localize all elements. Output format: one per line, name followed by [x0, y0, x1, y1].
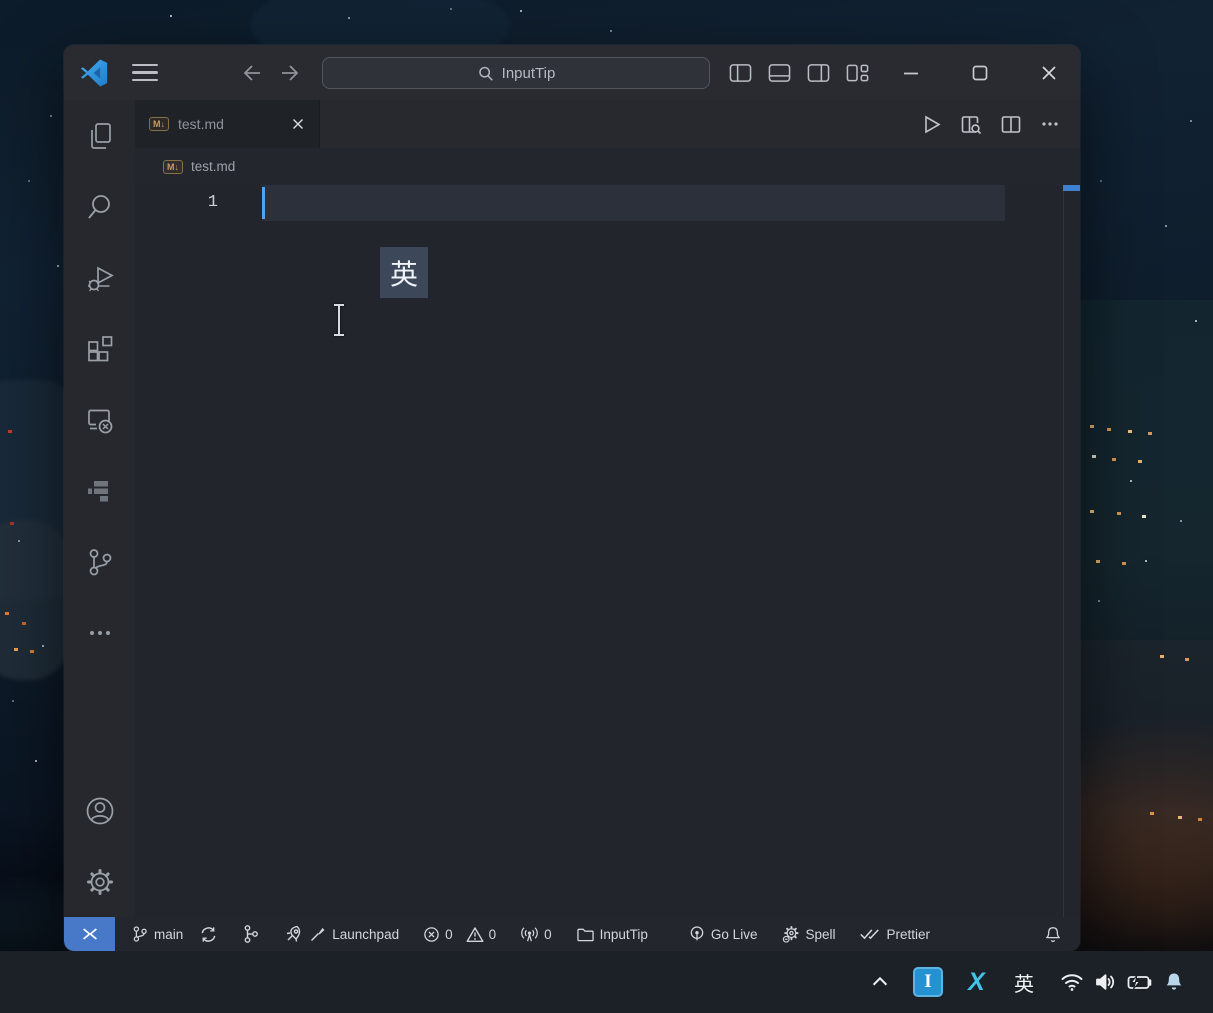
toggle-secondary-sidebar-icon[interactable]	[803, 45, 833, 100]
warnings-icon	[466, 926, 484, 943]
activity-bar	[64, 100, 135, 917]
go-live-button[interactable]: Go Live	[688, 925, 758, 944]
run-debug-icon[interactable]	[64, 242, 135, 313]
tray-inputtip-app-icon[interactable]: I	[911, 965, 945, 999]
mouse-ibeam-cursor	[331, 303, 347, 337]
search-sidebar-icon[interactable]	[64, 171, 135, 242]
branch-icon	[131, 924, 149, 944]
tray-x-app-icon[interactable]: X	[959, 965, 993, 999]
tray-battery-icon[interactable]	[1123, 965, 1157, 999]
customize-layout-icon[interactable]	[842, 45, 872, 100]
explorer-icon[interactable]	[64, 100, 135, 171]
paintbrush-icon	[309, 925, 327, 943]
double-check-icon	[859, 926, 881, 942]
toggle-primary-sidebar-icon[interactable]	[725, 45, 755, 100]
folder-icon	[576, 926, 595, 943]
run-file-icon[interactable]	[921, 114, 942, 135]
inputtip-i-badge: I	[913, 967, 943, 997]
spell-checker-button[interactable]: Spell	[781, 925, 835, 944]
window-main: M↓ test.md M↓ test.md 1 英	[64, 100, 1080, 917]
remote-explorer-icon[interactable]	[64, 384, 135, 455]
extensions-icon[interactable]	[64, 313, 135, 384]
command-center-search[interactable]: InputTip	[322, 57, 710, 89]
tray-wifi-icon[interactable]	[1055, 965, 1089, 999]
rocket-icon	[284, 924, 304, 944]
settings-gear-icon[interactable]	[64, 846, 135, 917]
toggle-panel-icon[interactable]	[764, 45, 794, 100]
breadcrumb-file[interactable]: test.md	[191, 159, 235, 174]
more-actions-icon[interactable]	[1040, 114, 1060, 134]
go-live-label: Go Live	[710, 926, 758, 942]
vscode-window: InputTip M↓ test.md M↓ test.md 1 英 main …	[64, 45, 1080, 951]
tab-title: test.md	[178, 116, 224, 132]
search-icon	[477, 65, 494, 82]
window-maximize-button[interactable]	[963, 45, 997, 100]
markdown-file-icon: M↓	[149, 117, 169, 131]
open-preview-icon[interactable]	[960, 114, 982, 135]
editor-group: M↓ test.md M↓ test.md 1 英	[135, 100, 1080, 917]
system-tray: I X 英	[863, 965, 1191, 999]
tray-ime-language-indicator[interactable]: 英	[1007, 965, 1041, 999]
radio-tower-icon	[520, 925, 539, 944]
tray-chevron-up-icon[interactable]	[863, 965, 897, 999]
title-bar: InputTip	[64, 45, 1080, 100]
overview-ruler-cursor-mark	[1063, 185, 1080, 191]
more-views-icon[interactable]	[64, 597, 135, 668]
wallpaper-cloud	[0, 520, 70, 680]
text-caret	[262, 187, 265, 219]
problems-button[interactable]: 0 0	[423, 926, 496, 943]
project-label: InputTip	[599, 926, 648, 942]
remote-indicator-button[interactable]	[64, 917, 115, 951]
x-app-glyph: X	[968, 967, 985, 996]
git-graph-button[interactable]	[242, 924, 260, 944]
ports-button[interactable]: 0	[520, 925, 552, 944]
editor-pane[interactable]: 1 英	[135, 185, 1080, 917]
spell-label: Spell	[805, 926, 836, 942]
branch-name: main	[154, 926, 184, 942]
notifications-bell-icon[interactable]	[1044, 925, 1062, 944]
blocks-extension-icon[interactable]	[64, 455, 135, 526]
source-control-icon[interactable]	[64, 526, 135, 597]
tab-close-icon[interactable]	[287, 113, 309, 135]
project-button[interactable]: InputTip	[576, 926, 648, 943]
ime-mode-popup: 英	[380, 247, 428, 298]
menu-hamburger-icon[interactable]	[128, 45, 162, 100]
prettier-label: Prettier	[886, 926, 930, 942]
markdown-file-icon: M↓	[163, 159, 183, 174]
tray-volume-icon[interactable]	[1089, 965, 1123, 999]
current-line-highlight	[262, 185, 1005, 221]
sync-changes-button[interactable]	[199, 925, 218, 944]
account-icon[interactable]	[64, 775, 135, 846]
window-close-button[interactable]	[1032, 45, 1066, 100]
wallpaper-window-lights	[0, 0, 4, 3]
broadcast-icon	[688, 925, 706, 944]
errors-icon	[423, 926, 440, 943]
breadcrumbs[interactable]: M↓ test.md	[135, 148, 1080, 185]
navigate-forward-button[interactable]	[276, 45, 306, 100]
prettier-button[interactable]: Prettier	[859, 926, 930, 942]
ports-count: 0	[544, 926, 552, 942]
launchpad-label: Launchpad	[332, 926, 400, 942]
tab-bar: M↓ test.md	[135, 100, 1080, 148]
errors-count: 0	[445, 926, 453, 942]
split-editor-icon[interactable]	[1000, 114, 1022, 135]
editor-actions	[921, 100, 1080, 148]
warnings-count: 0	[488, 926, 497, 942]
tab-test-md[interactable]: M↓ test.md	[135, 100, 320, 148]
git-branch-button[interactable]: main	[131, 924, 183, 944]
spell-gear-icon	[781, 925, 800, 944]
line-number: 1	[207, 193, 218, 212]
window-minimize-button[interactable]	[894, 45, 928, 100]
activity-bar-spacer	[64, 668, 135, 775]
ime-language-glyph: 英	[1014, 971, 1034, 996]
status-bar: main Launchpad 0 0 0 InputTip Go Live Sp…	[64, 917, 1080, 951]
navigate-back-button[interactable]	[236, 45, 266, 100]
search-value: InputTip	[501, 64, 556, 82]
minimap-separator	[1063, 185, 1064, 917]
vscode-logo-icon	[78, 45, 110, 100]
launchpad-button[interactable]: Launchpad	[284, 924, 399, 944]
tray-notification-bell-icon[interactable]	[1157, 965, 1191, 999]
taskbar: I X 英	[0, 951, 1213, 1013]
